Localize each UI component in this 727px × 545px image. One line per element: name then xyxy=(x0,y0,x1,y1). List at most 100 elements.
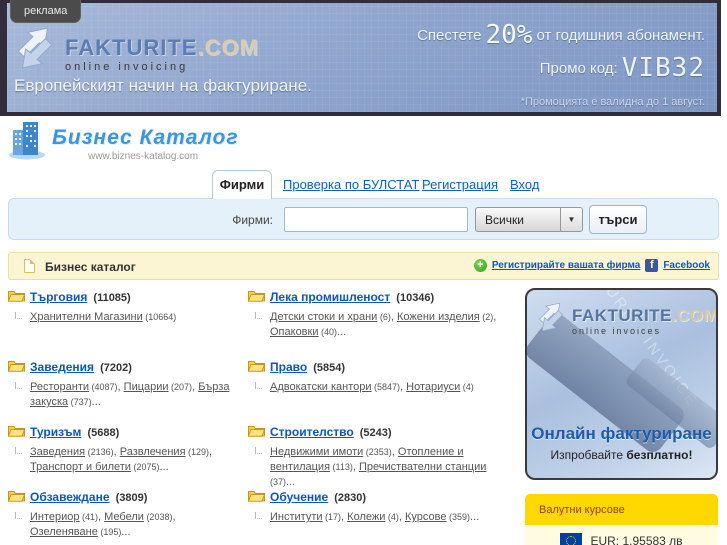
subcategory-count: (5847) xyxy=(371,382,401,392)
site-title[interactable]: Бизнес Каталог xyxy=(52,126,239,150)
category-head: Обучение (2830) xyxy=(270,488,506,506)
sidebar-ad-tagline: online invoices xyxy=(572,326,662,336)
subcategory-link[interactable]: Кожени изделия xyxy=(397,311,480,323)
sidebar-ad-logo-text: FAKTURITE.COM online invoices xyxy=(572,300,718,339)
banner-slogan: Европейският начин на фактуриране. xyxy=(14,76,312,95)
subcategory-link[interactable]: Мебели xyxy=(104,511,144,523)
categories-grid: Търговия (11085) Хранителни Магазини (10… xyxy=(7,288,520,545)
category-title-link[interactable]: Търговия xyxy=(30,290,87,304)
page: реклама FAKTURITE.COM online invoicing Е… xyxy=(0,0,727,545)
plus-icon: + xyxy=(473,259,487,272)
category-item: Търговия (11085) Хранителни Магазини (10… xyxy=(7,288,248,358)
subcategory-link[interactable]: Хранителни Магазини xyxy=(30,311,143,323)
fakturite-logo: FAKTURITE.COM online invoicing xyxy=(12,24,259,77)
facebook-link[interactable]: Facebook xyxy=(663,260,710,271)
category-subcategories: Недвижими имоти (2353), Отопление и вент… xyxy=(255,445,506,490)
subcategory-link[interactable]: Нотариуси xyxy=(406,381,460,393)
subcategory-link[interactable]: Транспорт и билети xyxy=(30,461,131,473)
fakturite-ad-banner[interactable]: реклама FAKTURITE.COM online invoicing Е… xyxy=(0,0,721,116)
subcategory-count: (113) xyxy=(330,462,353,472)
subcategory-count: (2) xyxy=(479,312,494,322)
subcategory-link[interactable]: Пречиствателни станции xyxy=(359,461,486,473)
category-select[interactable]: Всички ▼ xyxy=(475,207,583,232)
eur-rate-value: EUR: 1.95583 лв xyxy=(590,534,683,545)
subfolder-corner-icon xyxy=(15,447,22,454)
currency-rates-box: Валутни курсове EUR: 1.95583 лв xyxy=(525,494,718,545)
currency-rates-title: Валутни курсове xyxy=(525,494,718,525)
eu-flag-icon xyxy=(560,533,583,545)
subcategory-link[interactable]: Опаковки xyxy=(270,326,319,338)
subcategory-count: (129) xyxy=(185,447,210,457)
category-title-link[interactable]: Обучение xyxy=(270,490,328,504)
category-head: Право (5854) xyxy=(270,358,506,376)
sidebar-ad-cta-bold: безплатно! xyxy=(626,448,693,462)
category-item: Туризъм (5688) Заведения (2136), Развлеч… xyxy=(7,423,248,488)
subcategory-count: (10664) xyxy=(142,312,177,322)
register-company-link[interactable]: Регистрирайте вашата фирма xyxy=(492,260,640,271)
site-url: www.biznes-katalog.com xyxy=(88,151,199,162)
subcategory-link[interactable]: Адвокатски кантори xyxy=(270,381,372,393)
category-head: Лека промишленост (10346) xyxy=(270,288,506,306)
category-title-link[interactable]: Обзавеждане xyxy=(30,490,110,504)
category-select-value: Всички xyxy=(485,213,524,227)
sidebar-ad-headline: Онлайн фактуриране xyxy=(531,424,712,443)
subcategory-count: (2136) xyxy=(85,447,114,457)
subcategory-link[interactable]: Колежи xyxy=(347,511,385,523)
subcategory-count: (359) xyxy=(446,512,470,522)
subcategory-link[interactable]: Курсове xyxy=(405,511,446,523)
sidebar-ad-tld: .COM xyxy=(671,306,718,325)
subcategory-link[interactable]: Заведения xyxy=(30,446,85,458)
subcategory-link[interactable]: Детски стоки и храни xyxy=(270,311,377,323)
subcategory-link[interactable]: Ресторанти xyxy=(30,381,89,393)
promo-line: Промо код: VIB32 xyxy=(539,53,705,83)
folder-icon xyxy=(247,359,266,377)
nav-link-registration[interactable]: Регистрация xyxy=(422,177,498,192)
subcategory-count: (37) xyxy=(270,477,287,487)
subcategory-link[interactable]: Озеленяване xyxy=(30,526,98,538)
search-label: Фирми: xyxy=(232,213,273,227)
sidebar-fakturite-ad[interactable]: FACTURE - INVOICE FAKTURITE.COM online i… xyxy=(525,288,718,480)
subfolder-corner-icon xyxy=(255,447,262,454)
tab-firmi[interactable]: Фирми xyxy=(212,170,272,199)
catalog-header-links: + Регистрирайте вашата фирма f Facebook xyxy=(473,259,710,272)
chevron-down-icon[interactable]: ▼ xyxy=(560,208,582,231)
subfolder-corner-icon xyxy=(255,512,262,519)
category-head: Обзавеждане (3809) xyxy=(30,488,234,506)
nav-link-login[interactable]: Вход xyxy=(510,177,539,192)
subcategory-count: (207) xyxy=(168,382,193,392)
category-title-link[interactable]: Право xyxy=(270,360,307,374)
subcategory-link[interactable]: Развлечения xyxy=(120,446,186,458)
subcategory-link[interactable]: Интериор xyxy=(30,511,80,523)
category-item: Обучение (2830) Институти (17), Колежи (… xyxy=(247,488,520,545)
category-item: Заведения (7202) Ресторанти (4087), Пица… xyxy=(7,358,248,423)
subcategory-count: (4) xyxy=(385,512,399,522)
category-count: (2830) xyxy=(331,492,367,504)
subfolder-corner-icon xyxy=(15,312,22,319)
fakturite-arrows-icon-small xyxy=(535,300,567,339)
subcategory-count: (41) xyxy=(79,512,99,522)
fakturite-name: FAKTURITE xyxy=(65,35,198,60)
category-title-link[interactable]: Строителство xyxy=(270,425,354,439)
subcategory-link[interactable]: Институти xyxy=(270,511,323,523)
category-title-link[interactable]: Заведения xyxy=(30,360,94,374)
search-button[interactable]: търси xyxy=(589,205,647,234)
category-title-link[interactable]: Туризъм xyxy=(30,425,81,439)
promo-note: *Промоцията е валидна до 1 август. xyxy=(520,96,705,108)
folder-icon xyxy=(247,424,266,442)
buildings-icon[interactable] xyxy=(8,119,48,166)
subfolder-corner-icon xyxy=(255,312,262,319)
fakturite-tagline: online invoicing xyxy=(65,61,189,73)
category-count: (11085) xyxy=(90,292,131,304)
banner-offer: Спестете 20% от годишния абонамент. Промо … xyxy=(417,20,705,108)
category-title-link[interactable]: Лека промишленост xyxy=(270,290,390,304)
offer-percent: 20% xyxy=(485,20,533,50)
nav-link-bulstat[interactable]: Проверка по БУЛСТАТ xyxy=(283,177,419,192)
subcategory-count: (737) xyxy=(68,397,92,407)
subcategory-link[interactable]: Недвижими имоти xyxy=(270,446,363,458)
category-item: Строителство (5243) Недвижими имоти (235… xyxy=(247,423,520,490)
subcategory-link[interactable]: Пицарии xyxy=(124,381,169,393)
facebook-icon[interactable]: f xyxy=(645,259,659,272)
company-search-input[interactable] xyxy=(284,207,468,232)
fakturite-arrows-icon xyxy=(12,24,58,77)
sidebar-ad-logo: FAKTURITE.COM online invoices xyxy=(535,300,718,339)
